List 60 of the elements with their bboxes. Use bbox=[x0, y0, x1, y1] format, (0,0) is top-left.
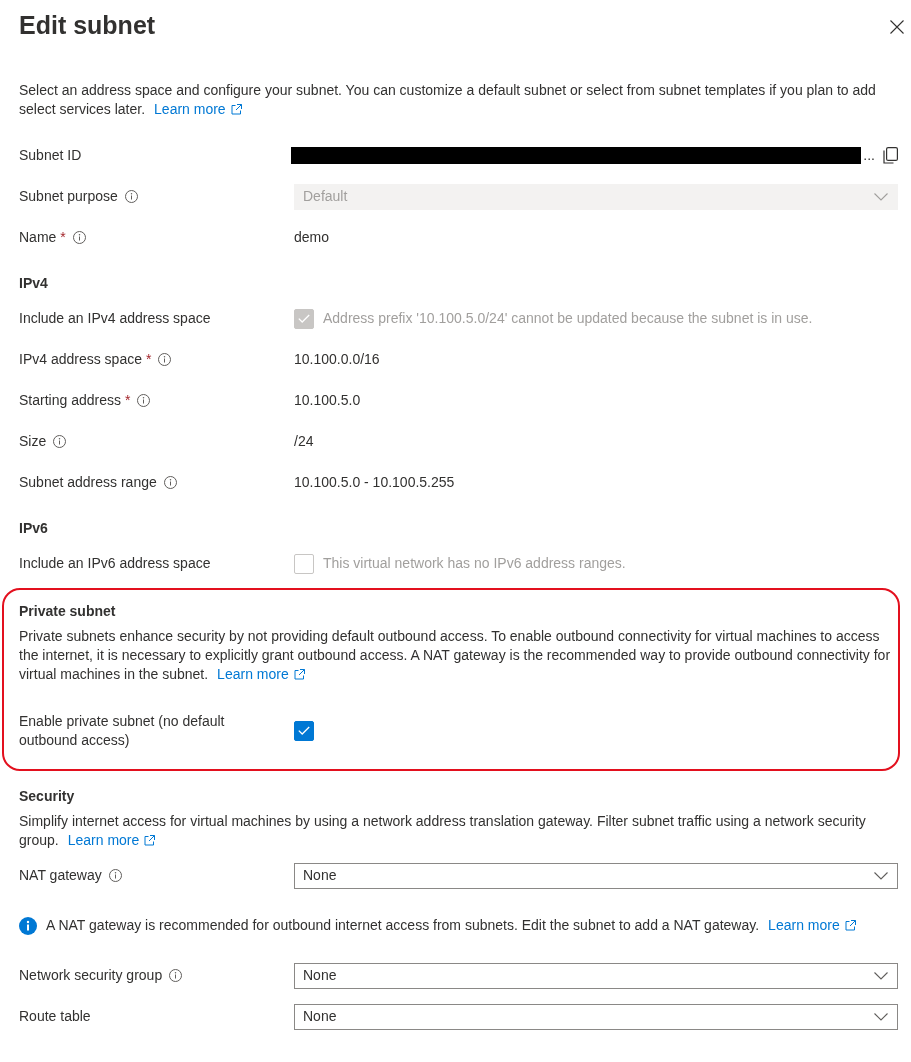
info-icon[interactable] bbox=[163, 476, 177, 489]
field-label: Include an IPv6 address space bbox=[19, 554, 211, 573]
learn-more-link[interactable]: Learn more bbox=[67, 831, 156, 850]
panel-title: Edit subnet bbox=[19, 10, 156, 41]
field-value: 10.100.5.0 - 10.100.5.255 bbox=[294, 473, 455, 492]
field-label: Route table bbox=[19, 1007, 91, 1026]
field-value: 10.100.0.0/16 bbox=[294, 350, 380, 369]
info-icon bbox=[19, 916, 37, 935]
field-value: 10.100.5.0 bbox=[294, 391, 361, 410]
section-heading: Private subnet bbox=[19, 602, 117, 621]
required-mark: * bbox=[60, 228, 66, 247]
field-label: NAT gateway bbox=[19, 866, 102, 885]
section-description: Private subnets enhance security by not providing default outbound access. To enable outbound connectivity for virtual machines to access the internet, it is necessary to explicitly grant outbound access. A NAT gateway is the recommended way to provide outbound connectivity for virtual machines in the subnet. Learn more bbox=[19, 627, 892, 684]
chevron-down-icon[interactable] bbox=[874, 1012, 888, 1021]
learn-more-link[interactable]: Learn more bbox=[154, 100, 242, 119]
field-value: demo bbox=[294, 228, 330, 247]
notice-text: A NAT gateway is recommended for outbound internet access from subnets. Edit the subnet to add a NAT gateway. Learn more bbox=[46, 915, 856, 936]
section-heading: IPv4 bbox=[19, 274, 49, 293]
checkmark-icon bbox=[298, 726, 310, 735]
checkbox-note: This virtual network has no IPv6 address ranges. bbox=[323, 554, 626, 573]
required-mark: * bbox=[124, 391, 131, 410]
dropdown[interactable]: None bbox=[294, 862, 898, 889]
info-icon[interactable] bbox=[169, 969, 183, 982]
field-value: /24 bbox=[294, 432, 314, 451]
dropdown[interactable]: None bbox=[294, 1003, 898, 1030]
intro-text: Select an address space and configure your subnet. You can customize a default subnet or select from subnet templates if you plan to add select services later. Learn more bbox=[19, 81, 877, 119]
learn-more-link[interactable]: Learn more bbox=[768, 915, 856, 936]
field-label: IPv4 address space bbox=[19, 350, 142, 369]
checkbox[interactable] bbox=[294, 720, 314, 741]
field-value: ... bbox=[863, 146, 875, 165]
external-link-icon[interactable] bbox=[144, 835, 156, 846]
external-link-icon[interactable] bbox=[230, 104, 242, 115]
field-label: Subnet ID bbox=[19, 146, 82, 165]
field-label: Starting address bbox=[19, 391, 121, 410]
field-label: Subnet address range bbox=[19, 473, 157, 492]
chevron-down-icon[interactable] bbox=[874, 871, 888, 880]
info-icon[interactable] bbox=[53, 435, 67, 448]
checkbox-note: Address prefix '10.100.5.0/24' cannot be updated because the subnet is in use. bbox=[323, 309, 813, 328]
section-heading: IPv6 bbox=[19, 519, 49, 538]
external-link-icon[interactable] bbox=[844, 920, 856, 931]
dropdown[interactable]: None bbox=[294, 962, 898, 989]
info-icon[interactable] bbox=[72, 231, 86, 244]
field-label: Subnet purpose bbox=[19, 187, 118, 206]
copy-icon[interactable] bbox=[883, 147, 898, 164]
field-label: Include an IPv4 address space bbox=[19, 309, 211, 328]
close-icon[interactable] bbox=[890, 20, 904, 34]
chevron-down-icon[interactable] bbox=[874, 971, 888, 980]
external-link-icon[interactable] bbox=[293, 669, 305, 680]
field-label: Enable private subnet (no default outbound access) bbox=[19, 711, 226, 750]
field-label: Network security group bbox=[19, 966, 163, 985]
section-description: Simplify internet access for virtual machines by using a network address translation gateway. Filter subnet traffic using a network security group. Learn more bbox=[19, 812, 867, 850]
learn-more-link[interactable]: Learn more bbox=[217, 665, 305, 684]
checkmark-icon bbox=[298, 314, 310, 323]
info-icon[interactable] bbox=[108, 869, 122, 882]
field-label: Name bbox=[19, 228, 57, 247]
info-icon[interactable] bbox=[137, 394, 151, 407]
info-icon[interactable] bbox=[158, 353, 172, 366]
required-mark: * bbox=[145, 350, 152, 369]
field-label: Size bbox=[19, 432, 47, 451]
section-heading: Security bbox=[19, 787, 76, 806]
